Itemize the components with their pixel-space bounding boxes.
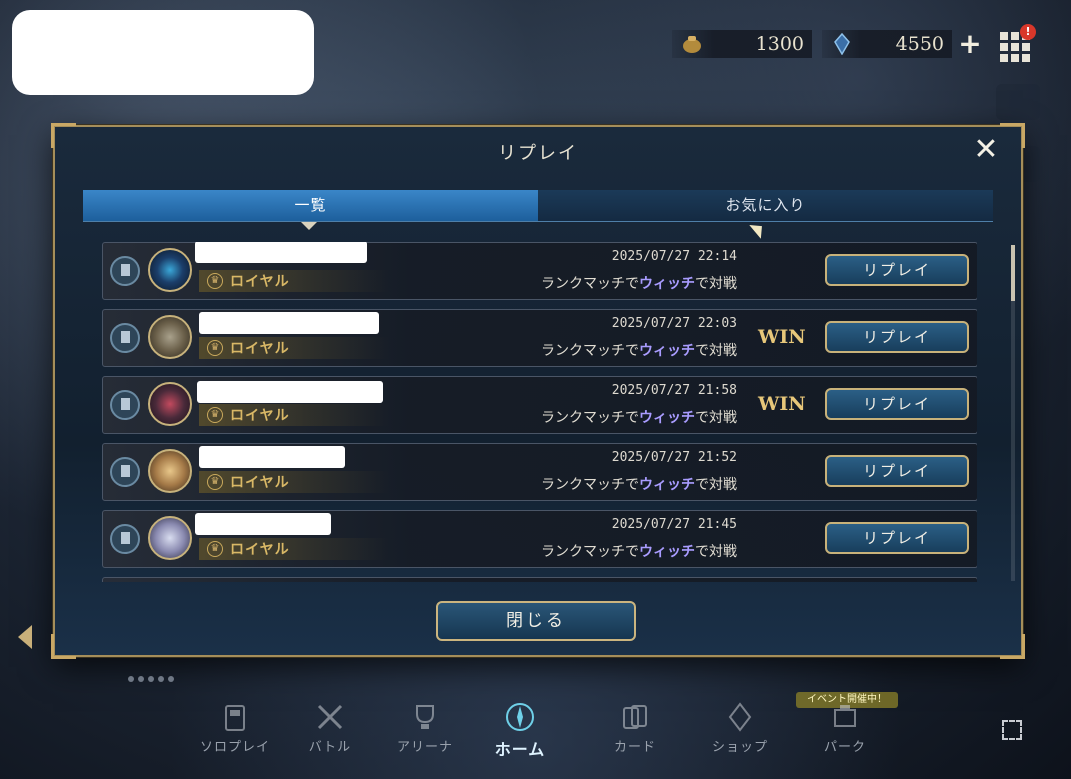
notification-badge: !: [1020, 24, 1036, 40]
class-name: ロイヤル: [230, 408, 290, 424]
result-label: WIN: [758, 393, 806, 415]
avatar: [148, 315, 192, 359]
replay-row: ♛ ロイヤル 2025/07/27 21:45 ランクマッチでウィッチで対戦 リ…: [102, 510, 977, 568]
shop-crystal-icon: [723, 700, 757, 734]
redacted-player-name: [197, 381, 383, 403]
redacted-player-name: [199, 446, 345, 468]
match-description: ランクマッチでウィッチで対戦: [541, 343, 737, 359]
solo-play-icon: [218, 700, 252, 734]
avatar: [148, 449, 192, 493]
gold-counter: 1300: [672, 30, 812, 58]
park-icon: [828, 700, 862, 734]
crown-icon: ♛: [207, 273, 223, 289]
replay-row: [102, 577, 977, 582]
bookmark-icon[interactable]: [110, 524, 140, 554]
opponent-class: ウィッチ: [639, 276, 695, 292]
replay-button[interactable]: リプレイ: [825, 522, 969, 554]
bottom-navigation: ソロプレイ バトル アリーナ ホーム カード ショップ パーク: [190, 700, 890, 764]
replay-button[interactable]: リプレイ: [825, 321, 969, 353]
opponent-class: ウィッチ: [639, 343, 695, 359]
match-description: ランクマッチでウィッチで対戦: [541, 276, 737, 292]
avatar: [148, 382, 192, 426]
crown-icon: ♛: [207, 407, 223, 423]
redacted-player-name: [199, 312, 379, 334]
gallery-icon[interactable]: [996, 84, 1040, 120]
left-arrow-icon[interactable]: [18, 625, 32, 649]
replay-row: ♛ ロイヤル 2025/07/27 22:03 ランクマッチでウィッチで対戦 W…: [102, 309, 977, 367]
replay-date: 2025/07/27 22:03: [611, 316, 737, 331]
nav-park[interactable]: パーク: [800, 700, 890, 764]
replay-dialog: リプレイ ✕ 一覧 お気に入り ♛ ロイヤル 2025/07/27 22:14 …: [51, 123, 1025, 659]
gold-value: 1300: [755, 33, 804, 55]
battle-swords-icon: [313, 700, 347, 734]
replay-button[interactable]: リプレイ: [825, 455, 969, 487]
opponent-class: ウィッチ: [639, 477, 695, 493]
class-name: ロイヤル: [230, 274, 290, 290]
nav-cards[interactable]: カード: [590, 700, 680, 764]
cards-icon: [618, 700, 652, 734]
redacted-player-name: [195, 513, 331, 535]
coin-pouch-icon: [680, 33, 704, 55]
crown-icon: ♛: [207, 340, 223, 356]
nav-arena[interactable]: アリーナ: [380, 700, 470, 764]
class-name: ロイヤル: [230, 341, 290, 357]
tab-list[interactable]: 一覧: [83, 190, 538, 230]
replay-button[interactable]: リプレイ: [825, 254, 969, 286]
replay-date: 2025/07/27 21:52: [611, 450, 737, 465]
carousel-dots: [128, 676, 178, 682]
replay-date: 2025/07/27 22:14: [611, 249, 737, 264]
class-name: ロイヤル: [230, 542, 290, 558]
replay-button[interactable]: リプレイ: [825, 388, 969, 420]
arena-trophy-icon: [408, 700, 442, 734]
replay-date: 2025/07/27 21:45: [611, 517, 737, 532]
crystal-value: 4550: [895, 33, 944, 55]
class-name: ロイヤル: [230, 475, 290, 491]
list-scrollbar[interactable]: [1011, 245, 1015, 581]
crown-icon: ♛: [207, 474, 223, 490]
close-icon[interactable]: ✕: [971, 133, 1001, 167]
match-description: ランクマッチでウィッチで対戦: [541, 410, 737, 426]
home-compass-icon: [503, 700, 537, 734]
redacted-player-info: [12, 10, 314, 95]
replay-row: ♛ ロイヤル 2025/07/27 21:52 ランクマッチでウィッチで対戦 リ…: [102, 443, 977, 501]
replay-date: 2025/07/27 21:58: [611, 383, 737, 398]
bookmark-icon[interactable]: [110, 256, 140, 286]
match-description: ランクマッチでウィッチで対戦: [541, 544, 737, 560]
nav-shop[interactable]: ショップ: [695, 700, 785, 764]
redacted-player-name: [195, 242, 367, 263]
bookmark-icon[interactable]: [110, 390, 140, 420]
add-currency-button[interactable]: +: [958, 30, 982, 58]
result-label: WIN: [758, 326, 806, 348]
avatar: [148, 516, 192, 560]
tab-favorites[interactable]: お気に入り: [538, 190, 993, 221]
opponent-class: ウィッチ: [639, 544, 695, 560]
opponent-class: ウィッチ: [639, 410, 695, 426]
bookmark-icon[interactable]: [110, 457, 140, 487]
bookmark-icon[interactable]: [110, 323, 140, 353]
main-menu-button[interactable]: !: [1000, 24, 1036, 62]
avatar: [148, 248, 192, 292]
match-description: ランクマッチでウィッチで対戦: [541, 477, 737, 493]
close-dialog-button[interactable]: 閉じる: [436, 601, 636, 641]
dialog-title: リプレイ: [498, 143, 578, 164]
scroll-thumb[interactable]: [1011, 245, 1015, 301]
replay-row: ♛ ロイヤル 2025/07/27 21:58 ランクマッチでウィッチで対戦 W…: [102, 376, 977, 434]
replay-list: ♛ ロイヤル 2025/07/27 22:14 ランクマッチでウィッチで対戦 リ…: [102, 242, 977, 582]
crystal-icon: [830, 33, 854, 55]
fullscreen-icon[interactable]: [1002, 720, 1022, 740]
nav-solo-play[interactable]: ソロプレイ: [190, 700, 280, 764]
replay-row: ♛ ロイヤル 2025/07/27 22:14 ランクマッチでウィッチで対戦 リ…: [102, 242, 977, 300]
nav-battle[interactable]: バトル: [285, 700, 375, 764]
crystal-counter: 4550: [822, 30, 952, 58]
crown-icon: ♛: [207, 541, 223, 557]
replay-tabs: 一覧 お気に入り: [83, 190, 993, 230]
nav-home[interactable]: ホーム: [475, 700, 565, 764]
